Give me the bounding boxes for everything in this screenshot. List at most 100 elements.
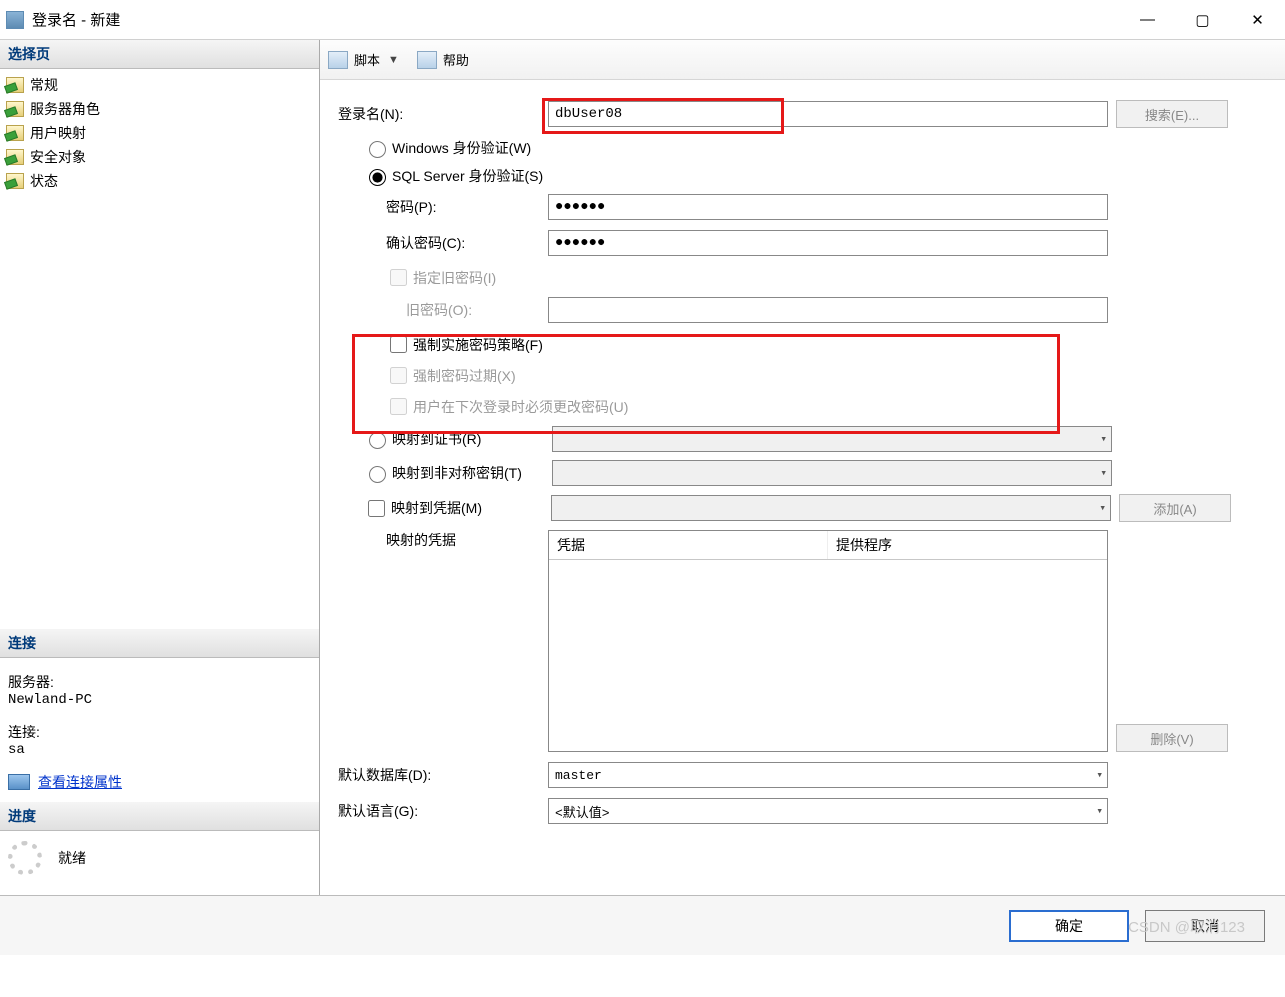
window-controls: — ▢ ✕ xyxy=(1120,0,1285,40)
page-icon xyxy=(6,173,24,189)
windows-auth-radio[interactable] xyxy=(369,141,386,158)
specify-old-label: 指定旧密码(I) xyxy=(413,268,496,288)
default-db-value: master xyxy=(555,768,602,783)
sidebar-item-general[interactable]: 常规 xyxy=(4,73,315,97)
page-icon xyxy=(6,77,24,93)
windows-auth-label: Windows 身份验证(W) xyxy=(392,138,531,158)
windows-auth-radio-row[interactable]: Windows 身份验证(W) xyxy=(364,138,1275,158)
sidebar-item-label: 用户映射 xyxy=(30,123,86,143)
chevron-down-icon: ▾ xyxy=(1100,466,1107,480)
enforce-policy-checkbox[interactable] xyxy=(390,336,407,353)
script-button[interactable]: 脚本 xyxy=(354,50,380,69)
map-cred-label: 映射到凭据(M) xyxy=(391,498,551,518)
asym-combo[interactable]: ▾ xyxy=(552,460,1112,486)
map-cert-radio[interactable] xyxy=(369,432,386,449)
sidebar-item-label: 安全对象 xyxy=(30,147,86,167)
spinner-icon xyxy=(8,841,42,875)
enforce-expire-row: 强制密码过期(X) xyxy=(386,364,1275,387)
monitor-icon xyxy=(8,774,30,790)
col-provider: 提供程序 xyxy=(828,531,1107,559)
enforce-expire-checkbox xyxy=(390,367,407,384)
minimize-button[interactable]: — xyxy=(1120,0,1175,40)
map-cred-row[interactable]: 映射到凭据(M) ▾ 添加(A) xyxy=(364,494,1275,522)
map-asym-label: 映射到非对称密钥(T) xyxy=(392,463,552,483)
sidebar-item-server-roles[interactable]: 服务器角色 xyxy=(4,97,315,121)
sql-auth-radio-row[interactable]: SQL Server 身份验证(S) xyxy=(364,166,1275,186)
mapped-cred-label: 映射的凭据 xyxy=(338,530,548,550)
col-credential: 凭据 xyxy=(549,531,828,559)
progress-header: 进度 xyxy=(0,802,319,831)
select-page-header: 选择页 xyxy=(0,40,319,69)
map-cred-checkbox[interactable] xyxy=(368,500,385,517)
chevron-down-icon: ▾ xyxy=(1096,768,1103,782)
title-bar: 登录名 - 新建 — ▢ ✕ xyxy=(0,0,1285,40)
delete-button: 删除(V) xyxy=(1116,724,1228,752)
sidebar-item-label: 状态 xyxy=(30,171,58,191)
view-connection-properties-link[interactable]: 查看连接属性 xyxy=(8,772,311,792)
enforce-expire-label: 强制密码过期(X) xyxy=(413,366,516,386)
progress-status: 就绪 xyxy=(58,848,86,868)
sidebar-item-securables[interactable]: 安全对象 xyxy=(4,145,315,169)
server-value: Newland-PC xyxy=(8,692,311,708)
close-button[interactable]: ✕ xyxy=(1230,0,1285,40)
dialog-button-bar: 确定 取消 xyxy=(0,895,1285,955)
page-icon xyxy=(6,125,24,141)
default-lang-label: 默认语言(G): xyxy=(338,801,548,821)
sidebar-item-label: 服务器角色 xyxy=(30,99,100,119)
connection-header: 连接 xyxy=(0,629,319,658)
connection-label: 连接: xyxy=(8,722,311,742)
toolbar: 脚本 ▼ 帮助 xyxy=(320,40,1285,80)
confirm-password-label: 确认密码(C): xyxy=(338,233,548,253)
specify-old-row: 指定旧密码(I) xyxy=(386,266,1275,289)
app-icon xyxy=(6,11,24,29)
page-list: 常规 服务器角色 用户映射 安全对象 状态 xyxy=(0,69,319,197)
old-password-input xyxy=(548,297,1108,323)
chevron-down-icon: ▾ xyxy=(1096,804,1103,818)
default-db-combo[interactable]: master ▾ xyxy=(548,762,1108,788)
must-change-label: 用户在下次登录时必须更改密码(U) xyxy=(413,397,628,417)
page-icon xyxy=(6,149,24,165)
default-lang-value: <默认值> xyxy=(555,802,610,821)
confirm-password-input[interactable] xyxy=(548,230,1108,256)
login-name-label: 登录名(N): xyxy=(338,104,548,124)
password-label: 密码(P): xyxy=(338,197,548,217)
map-asym-row[interactable]: 映射到非对称密钥(T) ▾ xyxy=(364,460,1275,486)
map-asym-radio[interactable] xyxy=(369,466,386,483)
connection-value: sa xyxy=(8,742,311,758)
old-password-label: 旧密码(O): xyxy=(338,300,548,320)
server-label: 服务器: xyxy=(8,672,311,692)
window-title: 登录名 - 新建 xyxy=(32,9,120,30)
sidebar-item-user-mapping[interactable]: 用户映射 xyxy=(4,121,315,145)
maximize-button[interactable]: ▢ xyxy=(1175,0,1230,40)
script-icon xyxy=(328,51,348,69)
ok-button[interactable]: 确定 xyxy=(1009,910,1129,942)
map-cert-row[interactable]: 映射到证书(R) ▾ xyxy=(364,426,1275,452)
must-change-row: 用户在下次登录时必须更改密码(U) xyxy=(386,395,1275,418)
cred-combo[interactable]: ▾ xyxy=(551,495,1111,521)
login-name-input[interactable] xyxy=(548,101,1108,127)
add-button: 添加(A) xyxy=(1119,494,1231,522)
map-cert-label: 映射到证书(R) xyxy=(392,429,552,449)
chevron-down-icon[interactable]: ▼ xyxy=(388,54,399,66)
password-input[interactable] xyxy=(548,194,1108,220)
cancel-button[interactable]: 取消 xyxy=(1145,910,1265,942)
page-icon xyxy=(6,101,24,117)
must-change-checkbox xyxy=(390,398,407,415)
specify-old-checkbox xyxy=(390,269,407,286)
help-icon xyxy=(417,51,437,69)
default-db-label: 默认数据库(D): xyxy=(338,765,548,785)
help-button[interactable]: 帮助 xyxy=(443,50,469,69)
search-button[interactable]: 搜索(E)... xyxy=(1116,100,1228,128)
sidebar-item-label: 常规 xyxy=(30,75,58,95)
enforce-policy-row[interactable]: 强制实施密码策略(F) xyxy=(386,333,1275,356)
chevron-down-icon: ▾ xyxy=(1099,501,1106,515)
chevron-down-icon: ▾ xyxy=(1100,432,1107,446)
sql-auth-label: SQL Server 身份验证(S) xyxy=(392,166,543,186)
cert-combo[interactable]: ▾ xyxy=(552,426,1112,452)
default-lang-combo[interactable]: <默认值> ▾ xyxy=(548,798,1108,824)
link-text: 查看连接属性 xyxy=(38,772,122,792)
sidebar-item-status[interactable]: 状态 xyxy=(4,169,315,193)
enforce-policy-label: 强制实施密码策略(F) xyxy=(413,335,543,355)
sql-auth-radio[interactable] xyxy=(369,169,386,186)
mapped-cred-grid[interactable]: 凭据 提供程序 xyxy=(548,530,1108,752)
